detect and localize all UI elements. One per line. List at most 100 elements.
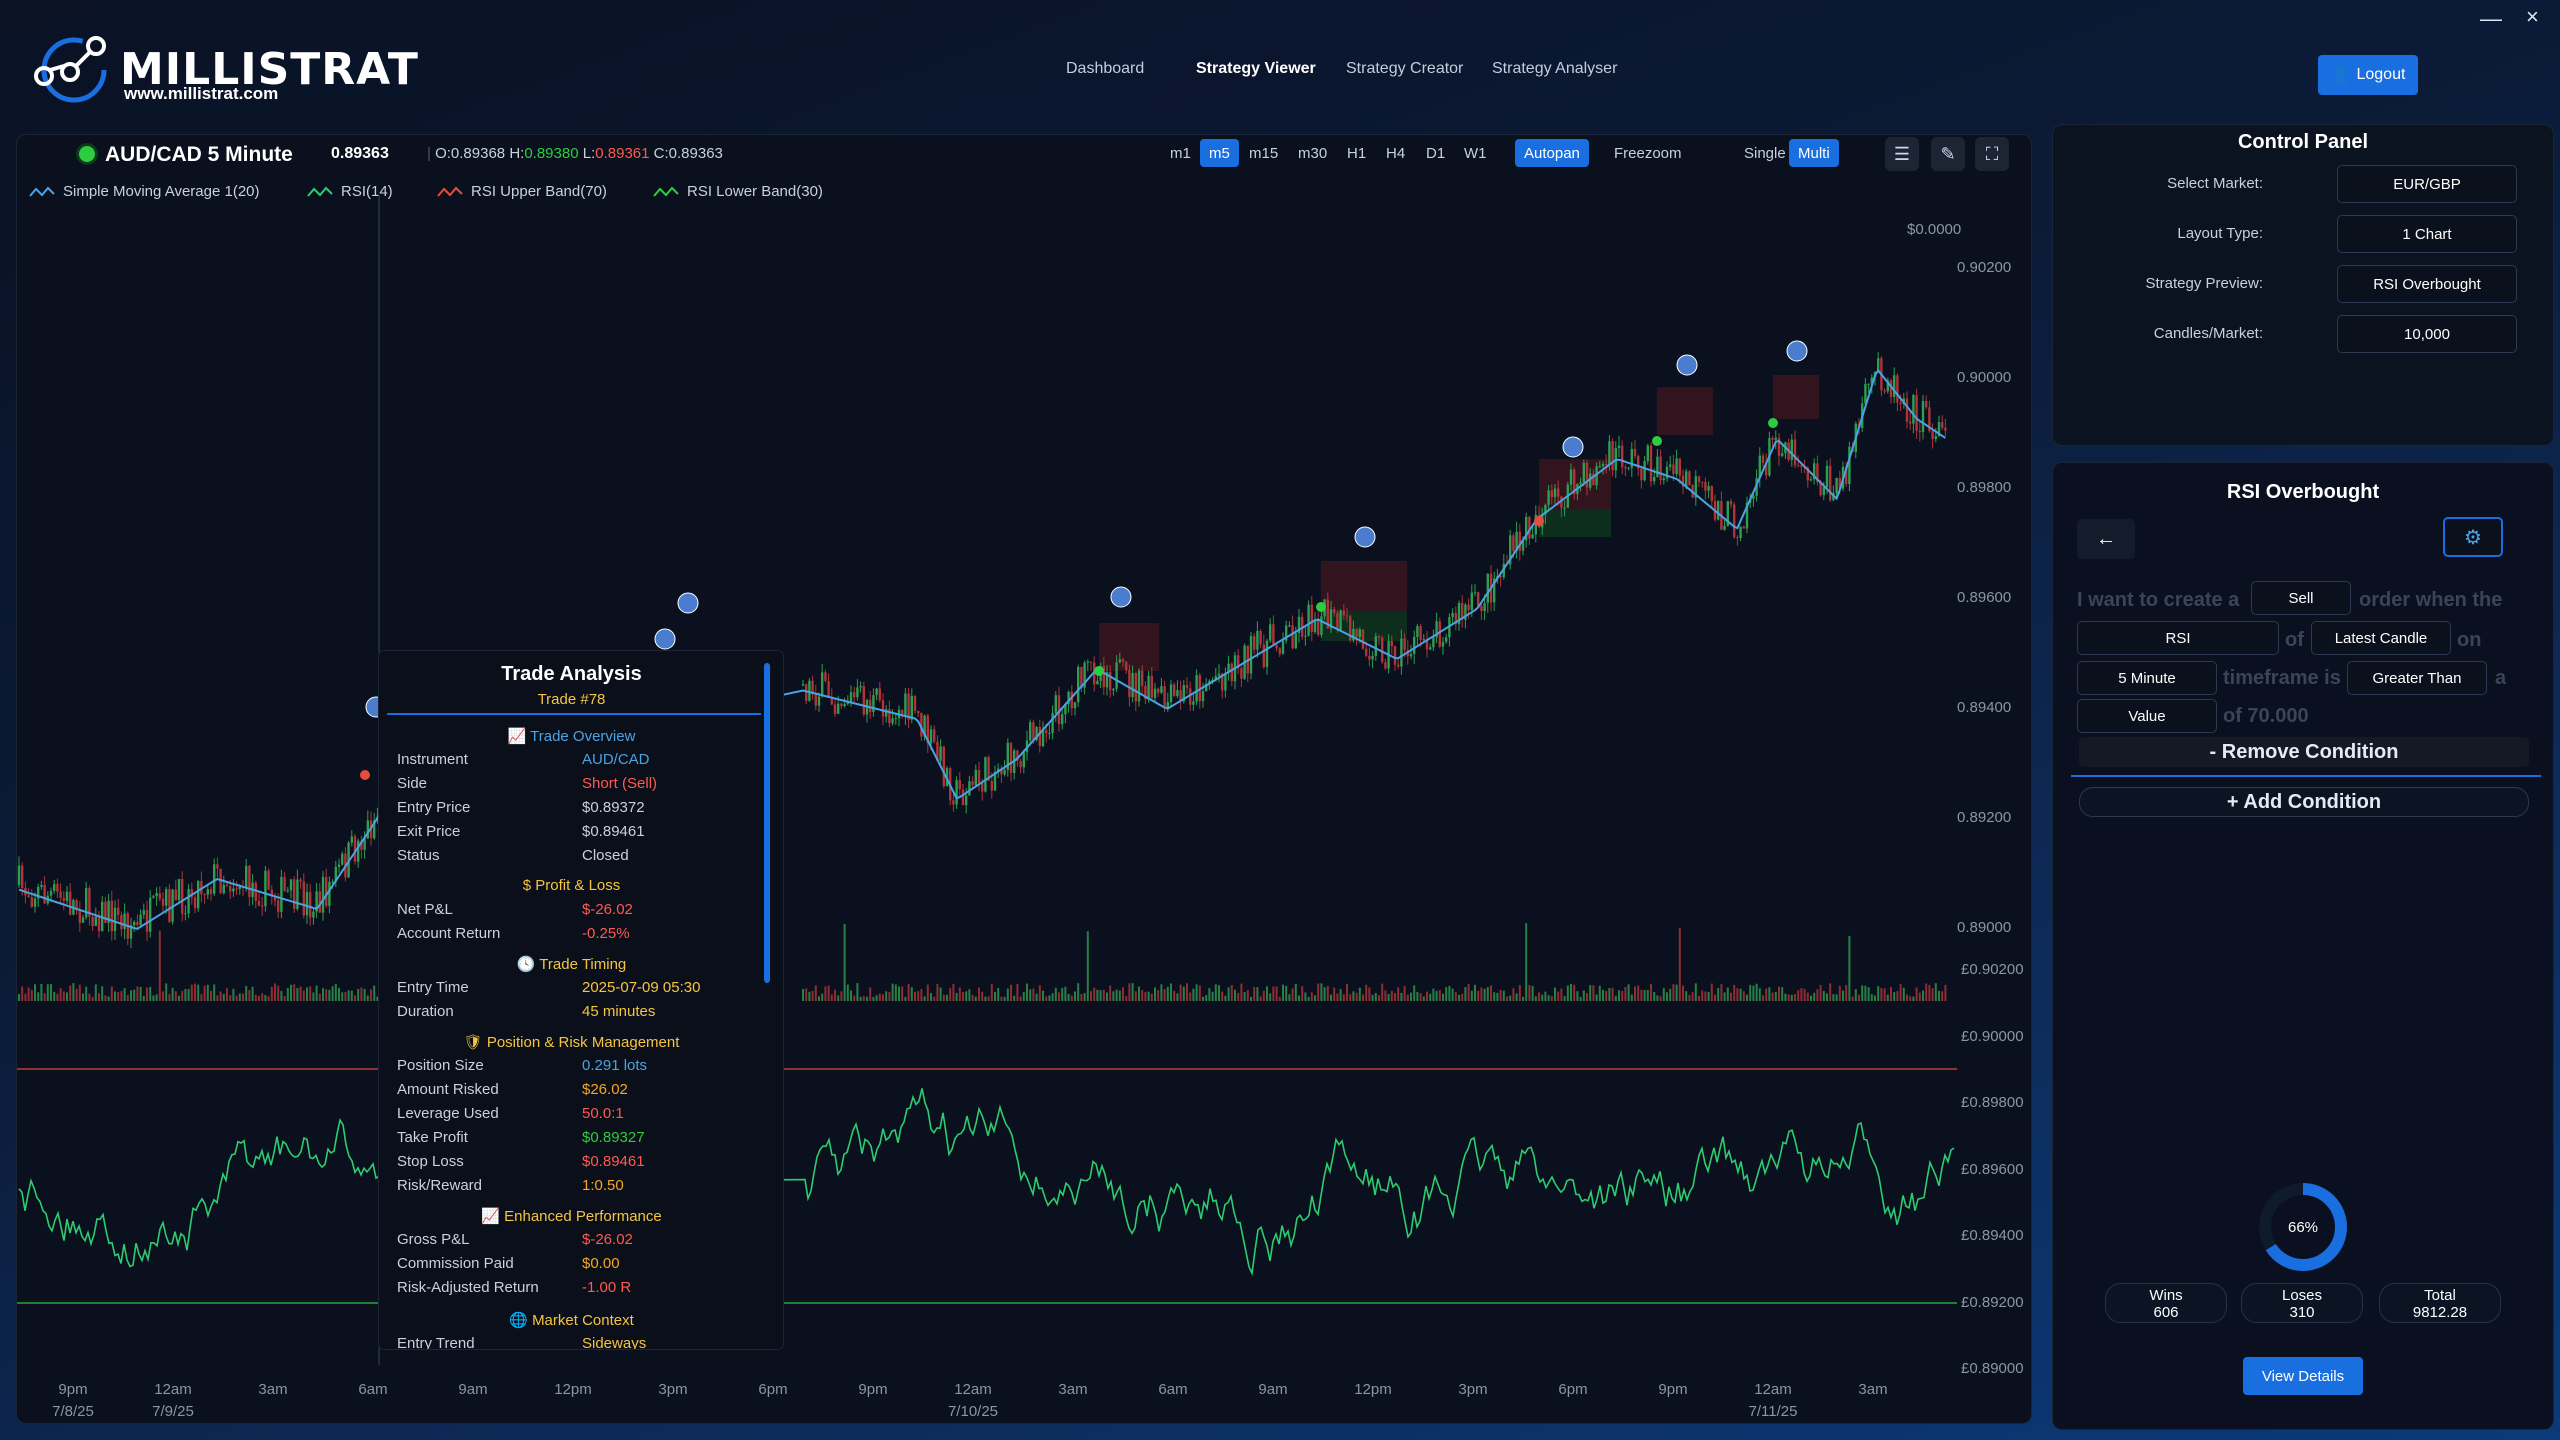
trade-info-icon[interactable] xyxy=(1110,586,1132,608)
timeframe-select[interactable]: 5 Minute xyxy=(2077,661,2217,695)
volume-bar xyxy=(914,991,916,1001)
tf-m15[interactable]: m15 xyxy=(1240,139,1287,167)
volume-bar xyxy=(1528,984,1531,1001)
candle-body xyxy=(1051,712,1054,733)
volume-bar xyxy=(1006,988,1009,1001)
multi-layout-button[interactable]: Multi xyxy=(1789,139,1839,167)
nav-strategy-viewer[interactable]: Strategy Viewer xyxy=(1196,60,1316,78)
indicator-select[interactable]: RSI xyxy=(2077,621,2279,655)
freezoom-button[interactable]: Freezoom xyxy=(1605,139,1691,167)
volume-bar xyxy=(1608,988,1611,1001)
tf-m1[interactable]: m1 xyxy=(1161,139,1200,167)
trade-info-icon[interactable] xyxy=(654,628,676,650)
volume-bar xyxy=(1122,987,1124,1001)
volume-bar xyxy=(1058,992,1060,1001)
volume-bar xyxy=(1224,995,1227,1001)
chart-panel[interactable]: AUD/CAD 5 Minute 0.89363 | O:0.89368 H:0… xyxy=(16,134,2032,1424)
trade-stop-zone xyxy=(1657,387,1713,435)
volume-bar xyxy=(283,996,286,1001)
trade-info-icon[interactable] xyxy=(1354,526,1376,548)
candle-body xyxy=(1073,702,1077,709)
tf-m5[interactable]: m5 xyxy=(1200,139,1239,167)
trade-info-icon[interactable] xyxy=(1562,436,1584,458)
volume-bar xyxy=(139,986,142,1001)
candle-body xyxy=(1672,464,1675,475)
candle-body xyxy=(1733,504,1736,538)
back-arrow-icon[interactable]: ← xyxy=(2077,519,2135,559)
select-market-field[interactable]: EUR/GBP xyxy=(2337,165,2517,203)
candle-body xyxy=(133,921,136,926)
trade-info-icon[interactable] xyxy=(677,592,699,614)
view-details-button[interactable]: View Details xyxy=(2243,1357,2363,1395)
volume-bar xyxy=(1349,994,1352,1001)
volume-bar xyxy=(1013,995,1016,1001)
candles-market-field[interactable]: 10,000 xyxy=(2337,315,2517,353)
trade-entry-marker xyxy=(1534,516,1544,526)
add-condition-button[interactable]: + Add Condition xyxy=(2079,787,2529,817)
candle-body xyxy=(840,703,843,707)
row-value: Sideways xyxy=(582,1335,647,1350)
candle-body xyxy=(977,769,981,783)
tf-h4[interactable]: H4 xyxy=(1377,139,1414,167)
single-layout-button[interactable]: Single xyxy=(1735,139,1795,167)
close-icon[interactable]: × xyxy=(2526,4,2539,30)
strategy-preview-field[interactable]: RSI Overbought xyxy=(2337,265,2517,303)
volume-bar xyxy=(1525,923,1528,1001)
tf-w1[interactable]: W1 xyxy=(1455,139,1496,167)
candle-body xyxy=(1185,685,1189,689)
candle-body xyxy=(1195,675,1198,702)
nav-dashboard[interactable]: Dashboard xyxy=(1066,60,1144,78)
nav-strategy-creator[interactable]: Strategy Creator xyxy=(1346,60,1463,78)
volume-bar xyxy=(264,995,267,1001)
gear-icon[interactable]: ⚙ xyxy=(2443,517,2503,557)
tf-m30[interactable]: m30 xyxy=(1289,139,1336,167)
popup-scrollbar[interactable] xyxy=(764,663,770,983)
price-chart-canvas[interactable] xyxy=(17,195,2032,1375)
candle-body xyxy=(30,897,33,907)
volume-bar xyxy=(1230,984,1233,1001)
pencil-icon[interactable]: ✎ xyxy=(1931,137,1965,171)
volume-bar xyxy=(984,996,987,1001)
comparator-select[interactable]: Greater Than xyxy=(2347,661,2487,695)
candle-body xyxy=(229,885,232,892)
volume-bar xyxy=(1051,993,1054,1001)
volume-bar xyxy=(1784,993,1787,1001)
trade-info-icon[interactable] xyxy=(1786,340,1808,362)
volume-bar xyxy=(904,996,907,1001)
trade-info-icon[interactable] xyxy=(1676,354,1698,376)
candle-select[interactable]: Latest Candle xyxy=(2311,621,2451,655)
minimize-icon[interactable]: — xyxy=(2480,6,2502,32)
volume-bar xyxy=(850,990,852,1001)
volume-bar xyxy=(235,995,238,1001)
fullscreen-icon[interactable]: ⛶ xyxy=(1975,137,2009,171)
trade-analysis-popup[interactable]: Trade Analysis Trade #78 📈 Trade Overvie… xyxy=(378,650,784,1350)
row-key: Risk-Adjusted Return xyxy=(397,1279,539,1296)
volume-bar xyxy=(1819,984,1822,1001)
row-key: Stop Loss xyxy=(397,1153,464,1170)
volume-bar xyxy=(1563,996,1566,1001)
row-key: Commission Paid xyxy=(397,1255,514,1272)
volume-bar xyxy=(1634,986,1636,1001)
remove-condition-button[interactable]: - Remove Condition xyxy=(2079,737,2529,767)
volume-bar xyxy=(1022,992,1025,1001)
time-tick: 3am xyxy=(1058,1381,1088,1398)
candle-body xyxy=(1131,672,1134,698)
autopan-button[interactable]: Autopan xyxy=(1515,139,1589,167)
tf-h1[interactable]: H1 xyxy=(1338,139,1375,167)
order-side-select[interactable]: Sell xyxy=(2251,581,2351,615)
trade-stop-zone xyxy=(1321,561,1407,611)
volume-bar xyxy=(1080,994,1083,1001)
candle-body xyxy=(1774,437,1777,440)
volume-bar xyxy=(1131,983,1134,1001)
logout-button[interactable]: 👤 Logout xyxy=(2318,55,2418,95)
sliders-icon[interactable]: ☰ xyxy=(1885,137,1919,171)
candle-body xyxy=(1550,490,1553,498)
volume-bar xyxy=(1285,985,1288,1001)
layout-type-field[interactable]: 1 Chart xyxy=(2337,215,2517,253)
tf-d1[interactable]: D1 xyxy=(1417,139,1454,167)
volume-bar xyxy=(1442,993,1444,1001)
candle-body xyxy=(299,879,302,882)
nav-strategy-analyser[interactable]: Strategy Analyser xyxy=(1492,60,1617,78)
value-type-select[interactable]: Value xyxy=(2077,699,2217,733)
volume-bar xyxy=(1150,993,1153,1001)
